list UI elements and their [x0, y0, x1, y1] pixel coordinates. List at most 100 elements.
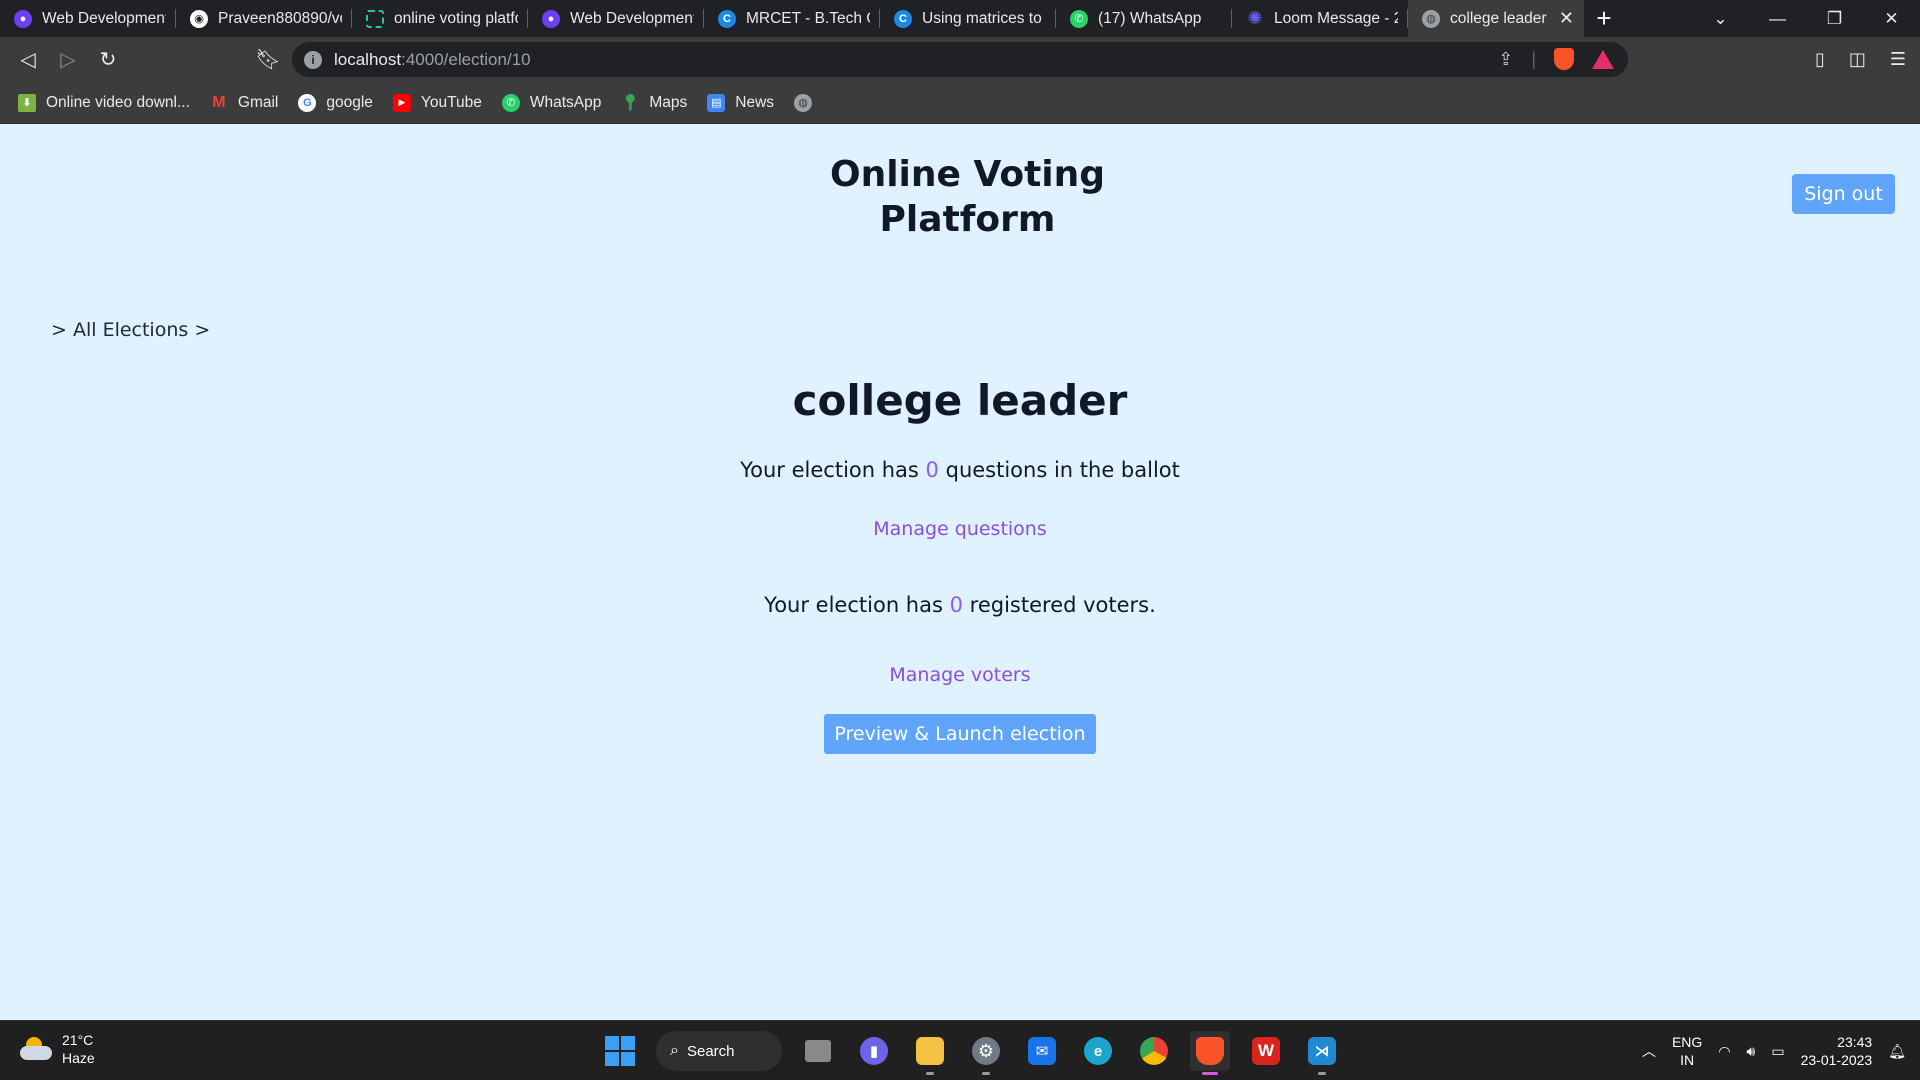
- tab-web-development-2[interactable]: ● Web Development: [528, 0, 704, 37]
- language-line2: IN: [1680, 1052, 1695, 1068]
- vscode-button[interactable]: ⋊: [1302, 1031, 1342, 1075]
- sign-out-button[interactable]: Sign out: [1792, 174, 1895, 214]
- tab-replit[interactable]: online voting platfo: [352, 0, 528, 37]
- bookmark-youtube[interactable]: ▶ YouTube: [392, 93, 482, 112]
- wallet-icon[interactable]: ◫: [1849, 49, 1866, 70]
- windows-taskbar: 21°C Haze ⌕ Search ▮ ⚙ ✉ e W ⋊ ︿ ENG IN …: [0, 1020, 1920, 1080]
- forward-icon[interactable]: ▷: [48, 40, 88, 80]
- edge-icon: e: [1084, 1037, 1112, 1065]
- bookmark-online-video[interactable]: ⬇ Online video downl...: [18, 93, 190, 112]
- wifi-icon[interactable]: ◠: [1718, 1043, 1730, 1060]
- address-bar[interactable]: i localhost:4000/election/10 ⇪ |: [292, 42, 1628, 77]
- brave-rewards-icon[interactable]: [1592, 49, 1614, 69]
- questions-summary: Your election has 0 questions in the bal…: [0, 458, 1920, 482]
- share-icon[interactable]: ⇪: [1498, 49, 1513, 70]
- tab-mrcet[interactable]: C MRCET - B.Tech CSE: [704, 0, 880, 37]
- questions-text-after: questions in the ballot: [945, 458, 1180, 482]
- c-icon: C: [718, 9, 736, 28]
- bookmark-gmail[interactable]: M Gmail: [210, 94, 278, 112]
- tab-title: Using matrices to m: [922, 9, 1046, 27]
- all-elections-link[interactable]: All Elections: [73, 319, 188, 341]
- volume-icon[interactable]: 🔊︎: [1747, 1043, 1756, 1060]
- manage-voters-row: Manage voters: [0, 664, 1920, 686]
- window-controls: ⌄ — ❐ ✕: [1692, 0, 1920, 37]
- wps-office-button[interactable]: W: [1246, 1031, 1286, 1071]
- globe-icon: ◍: [794, 93, 813, 112]
- site-info-icon[interactable]: i: [304, 50, 322, 69]
- bookmark-news[interactable]: ▤ News: [707, 93, 774, 112]
- brave-button[interactable]: [1190, 1031, 1230, 1075]
- clock[interactable]: 23:43 23-01-2023: [1801, 1033, 1873, 1069]
- edge-button[interactable]: e: [1078, 1031, 1118, 1071]
- start-button[interactable]: [600, 1031, 640, 1071]
- breadcrumb: > All Elections >: [51, 319, 210, 341]
- url-path: :4000/election/10: [401, 49, 531, 69]
- minimize-icon[interactable]: —: [1749, 9, 1806, 29]
- bookmark-label: Maps: [649, 93, 688, 111]
- manage-questions-link[interactable]: Manage questions: [873, 518, 1047, 540]
- windows-logo-icon: [605, 1036, 635, 1066]
- close-window-icon[interactable]: ✕: [1863, 9, 1920, 29]
- download-icon: ⬇: [18, 93, 36, 112]
- chrome-button[interactable]: [1134, 1031, 1174, 1071]
- globe-icon: ◍: [1422, 9, 1440, 28]
- video-icon: ●: [14, 9, 32, 28]
- voters-text-before: Your election has: [764, 593, 943, 617]
- whatsapp-icon: ✆: [1070, 9, 1088, 28]
- chat-button[interactable]: ▮: [854, 1031, 894, 1071]
- tab-github[interactable]: ◉ Praveen880890/vot: [176, 0, 352, 37]
- toolbar-right: ▯ ◫ ☰: [1815, 37, 1906, 82]
- bookmark-label: YouTube: [420, 93, 482, 111]
- system-tray: ︿ ENG IN ◠ 🔊︎ ▭ 23:43 23-01-2023 🔔︎: [1642, 1029, 1906, 1073]
- tab-college-leader[interactable]: ◍ college leader ✕: [1408, 0, 1584, 37]
- bookmark-google[interactable]: G google: [298, 93, 373, 112]
- settings-button[interactable]: ⚙: [966, 1031, 1006, 1075]
- sidebar-icon[interactable]: ▯: [1815, 49, 1825, 70]
- language-line1: ENG: [1671, 1034, 1703, 1050]
- election-title: college leader: [792, 376, 1128, 425]
- tab-web-development-1[interactable]: ● Web Development: [0, 0, 176, 37]
- divider: |: [1531, 48, 1536, 69]
- back-icon[interactable]: ◁: [8, 40, 48, 80]
- close-tab-icon[interactable]: ✕: [1559, 8, 1574, 29]
- tab-whatsapp[interactable]: ✆ (17) WhatsApp: [1056, 0, 1232, 37]
- browser-toolbar: ◁ ▷ ↻ 🔖︎ i localhost:4000/election/10 ⇪ …: [0, 37, 1920, 82]
- bookmark-icon[interactable]: 🔖︎: [248, 40, 288, 80]
- tab-search-chevron-icon[interactable]: ⌄: [1692, 9, 1749, 29]
- loom-icon: ✺: [1247, 8, 1263, 28]
- notification-bell-icon[interactable]: 🔔︎: [1888, 1043, 1906, 1060]
- tab-loom[interactable]: ✺ Loom Message - 23: [1232, 0, 1408, 37]
- tab-matrices[interactable]: C Using matrices to m: [880, 0, 1056, 37]
- chat-icon: ▮: [860, 1037, 888, 1065]
- task-view-button[interactable]: [798, 1031, 838, 1071]
- address-bar-actions: ⇪ |: [1498, 48, 1614, 70]
- new-tab-button[interactable]: +: [1584, 0, 1624, 37]
- manage-voters-link[interactable]: Manage voters: [889, 664, 1030, 686]
- voters-count: 0: [949, 593, 963, 617]
- menu-icon[interactable]: ☰: [1890, 49, 1906, 70]
- mail-button[interactable]: ✉: [1022, 1031, 1062, 1071]
- site-title: Online Voting Platform: [829, 154, 1106, 240]
- file-explorer-button[interactable]: [910, 1031, 950, 1075]
- tab-title: online voting platfo: [394, 9, 518, 27]
- bookmark-whatsapp[interactable]: ✆ WhatsApp: [501, 93, 601, 112]
- preview-launch-button[interactable]: Preview & Launch election: [824, 714, 1096, 754]
- language-indicator[interactable]: ENG IN: [1672, 1033, 1702, 1069]
- tab-title: MRCET - B.Tech CSE: [746, 9, 870, 27]
- tab-title: Web Development: [570, 9, 694, 27]
- chrome-icon: [1140, 1037, 1168, 1065]
- brave-icon: [1196, 1037, 1224, 1065]
- battery-icon[interactable]: ▭: [1771, 1043, 1784, 1060]
- weather-widget[interactable]: 21°C Haze: [20, 1031, 95, 1067]
- folder-icon: [916, 1037, 944, 1065]
- replit-icon: [366, 9, 384, 28]
- weather-text: 21°C Haze: [62, 1031, 95, 1067]
- restore-icon[interactable]: ❐: [1806, 9, 1863, 29]
- questions-text-before: Your election has: [740, 458, 919, 482]
- reload-icon[interactable]: ↻: [88, 40, 128, 80]
- brave-shields-icon[interactable]: [1554, 48, 1574, 70]
- bookmark-maps[interactable]: 📍︎ Maps: [620, 93, 688, 112]
- chevron-up-icon[interactable]: ︿: [1642, 1041, 1656, 1061]
- bookmark-globe[interactable]: ◍: [794, 93, 822, 112]
- taskbar-search[interactable]: ⌕ Search: [656, 1031, 782, 1071]
